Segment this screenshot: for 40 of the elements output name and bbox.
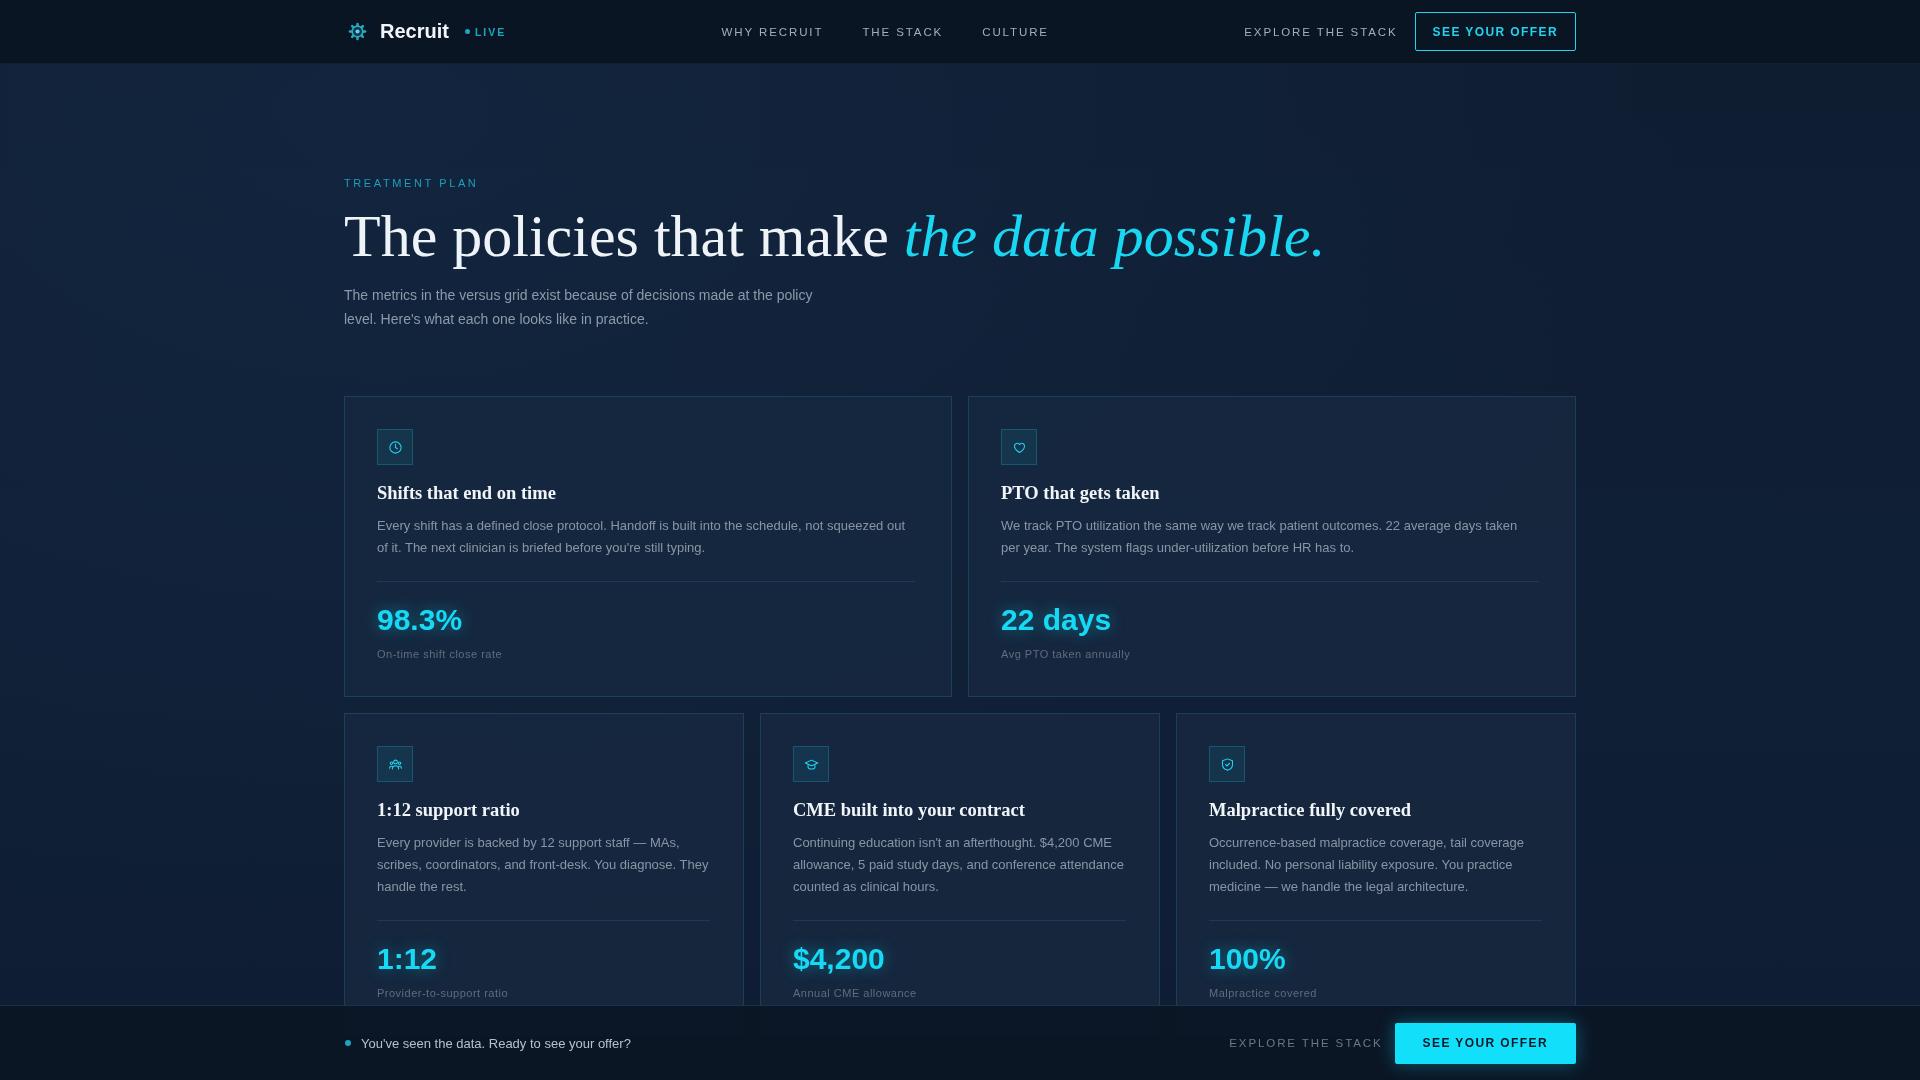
card-description: Occurrence-based malpractice coverage, tail coverage included. No personal liability exposure. You practice medicine — we handle the legal architecture.: [1209, 832, 1542, 921]
nav-link[interactable]: WHY RECRUIT: [721, 25, 824, 38]
card-title: CME built into your contract: [793, 799, 1026, 822]
see-offer-button[interactable]: SEE YOUR OFFER: [1414, 12, 1576, 51]
metric-label: Malpractice covered: [1209, 986, 1317, 1001]
see-offer-button[interactable]: SEE YOUR OFFER: [1394, 1022, 1576, 1064]
hero-description: The metrics in the versus grid exist because of decisions made at the policy level. Here's what each one looks like in practice.: [344, 286, 814, 329]
metric-value: 1:12: [377, 941, 438, 977]
metric-label: Avg PTO taken annually: [1001, 647, 1131, 662]
graduation-cap-icon: [793, 746, 829, 782]
metric-value: 100%: [1209, 941, 1286, 977]
status-dot-icon: [345, 1040, 351, 1046]
cta-message: You've seen the data. Ready to see your offer?: [361, 1035, 631, 1051]
nav-link[interactable]: CULTURE: [982, 25, 1049, 38]
card-title: 1:12 support ratio: [377, 799, 521, 822]
section-eyebrow: TREATMENT PLAN: [344, 176, 480, 191]
card-title: Shifts that end on time: [377, 482, 557, 505]
card-description: We track PTO utilization the same way we track patient outcomes. 22 average days taken per year. The system flags under-utilization before HR has to.: [1001, 515, 1539, 582]
gear-logo-icon[interactable]: [348, 22, 367, 41]
card-title: PTO that gets taken: [1001, 482, 1161, 505]
card-description: Every provider is backed by 12 support staff — MAs, scribes, coordinators, and front-desk. You diagnose. They handle the rest.: [377, 832, 710, 921]
shield-check-icon: [1209, 746, 1245, 782]
metric-label: On-time shift close rate: [377, 647, 503, 662]
card-description: Continuing education isn't an afterthought. $4,200 CME allowance, 5 paid study days, and conference attendance counted as clinical hours.: [793, 832, 1126, 921]
status-dot-icon: [464, 29, 470, 34]
metric-label: Provider-to-support ratio: [377, 986, 509, 1001]
nav-link[interactable]: THE STACK: [862, 25, 944, 38]
brand-name[interactable]: Recruit: [380, 20, 449, 43]
metric-value: 98.3%: [377, 602, 463, 638]
people-icon: [377, 746, 413, 782]
hero-heading: The policies that make the data possible.: [344, 202, 1327, 271]
explore-link[interactable]: EXPLORE THE STACK: [1229, 1037, 1383, 1049]
card-description: Every shift has a defined close protocol. Handoff is built into the schedule, not squeezed out of it. The next clinician is briefed before you're still typing.: [377, 515, 915, 582]
clock-icon: [377, 429, 413, 465]
metric-label: Annual CME allowance: [793, 986, 917, 1001]
metric-value: 22 days: [1001, 602, 1112, 638]
live-label: LIVE: [474, 25, 507, 38]
metric-value: $4,200: [793, 941, 885, 977]
card-title: Malpractice fully covered: [1209, 799, 1413, 822]
explore-link[interactable]: EXPLORE THE STACK: [1244, 25, 1398, 38]
